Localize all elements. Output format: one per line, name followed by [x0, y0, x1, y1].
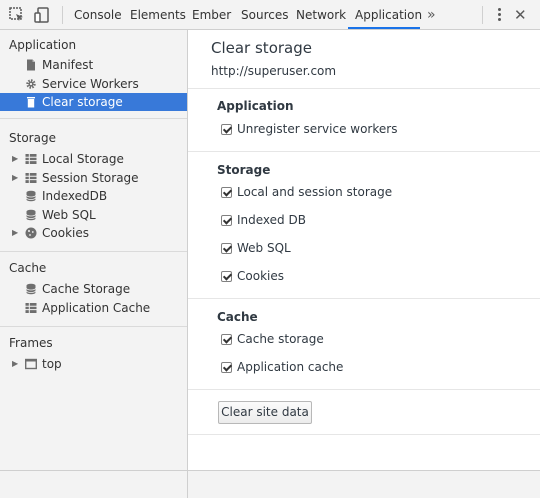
cookie-icon — [25, 227, 37, 239]
customize-menu-icon[interactable] — [494, 7, 504, 23]
sidebar-item-label: Web SQL — [42, 208, 96, 222]
sidebar-item-label: Manifest — [42, 58, 94, 72]
checkbox-checked[interactable] — [221, 271, 232, 282]
group-title-cache: Cache — [217, 310, 258, 324]
database-icon — [26, 190, 36, 202]
checkbox-checked[interactable] — [221, 334, 232, 345]
database-icon — [26, 283, 36, 295]
inspect-element-icon[interactable] — [8, 6, 26, 24]
sidebar-section-cache: Cache — [9, 261, 47, 275]
sidebar-item-label: Cache Storage — [42, 282, 131, 296]
gear-icon — [26, 79, 36, 89]
sidebar-item-label: Cookies — [42, 226, 89, 240]
sidebar-section-frames: Frames — [9, 336, 53, 350]
section-divider — [188, 389, 540, 390]
option-label: Cache storage — [237, 332, 324, 346]
checkbox-checked[interactable] — [221, 215, 232, 226]
sidebar-item-session-storage[interactable]: ▶ Session Storage — [0, 169, 187, 187]
expand-arrow-icon[interactable]: ▶ — [12, 355, 18, 373]
option-label: Local and session storage — [237, 185, 393, 199]
devtools-toolbar: Console Elements Ember Sources Network A… — [0, 0, 540, 30]
sidebar-item-label: IndexedDB — [42, 189, 108, 203]
drawer-bar — [0, 470, 540, 498]
checkbox-checked[interactable] — [221, 362, 232, 373]
section-divider — [188, 151, 540, 152]
sidebar-section-application: Application — [9, 38, 77, 52]
database-icon — [26, 209, 36, 221]
sidebar-item-label: Application Cache — [42, 301, 151, 315]
sidebar-item-manifest[interactable]: Manifest — [0, 56, 187, 74]
clear-storage-panel: Clear storage http://superuser.com Appli… — [188, 30, 540, 470]
sidebar-divider — [0, 251, 187, 252]
sidebar-item-application-cache[interactable]: Application Cache — [0, 299, 187, 317]
group-title-application: Application — [217, 99, 294, 113]
option-label: Indexed DB — [237, 213, 306, 227]
sidebar-item-label: Session Storage — [42, 171, 139, 185]
sidebar-item-label: Service Workers — [42, 77, 139, 91]
section-divider — [188, 298, 540, 299]
expand-arrow-icon[interactable]: ▶ — [12, 169, 18, 187]
tab-application[interactable]: Application — [355, 0, 422, 30]
sidebar-item-cookies[interactable]: ▶ Cookies — [0, 224, 187, 242]
sidebar-section-storage: Storage — [9, 131, 56, 145]
tab-sources[interactable]: Sources — [241, 0, 288, 30]
sidebar-divider — [0, 118, 187, 119]
sidebar-divider — [0, 326, 187, 327]
tab-console[interactable]: Console — [74, 0, 122, 30]
tab-ember[interactable]: Ember — [192, 0, 231, 30]
grid-icon — [25, 303, 37, 313]
sidebar-item-label: Local Storage — [42, 152, 124, 166]
trash-icon — [27, 97, 35, 108]
sidebar-item-label: top — [42, 357, 62, 371]
toolbar-divider — [62, 6, 63, 24]
expand-arrow-icon[interactable]: ▶ — [12, 150, 18, 168]
sidebar-item-label: Clear storage — [42, 95, 123, 109]
page-title: Clear storage — [211, 39, 312, 57]
sidebar-item-service-workers[interactable]: Service Workers — [0, 75, 187, 93]
device-toolbar-icon[interactable] — [33, 6, 51, 24]
document-icon — [27, 59, 35, 71]
section-divider — [188, 88, 540, 89]
toolbar-divider — [482, 6, 483, 24]
sidebar: Application Manifest Service Workers Cle… — [0, 30, 188, 470]
sidebar-item-local-storage[interactable]: ▶ Local Storage — [0, 150, 187, 168]
frame-icon — [25, 358, 37, 370]
clear-site-data-button[interactable]: Clear site data — [218, 401, 312, 424]
tab-network[interactable]: Network — [296, 0, 346, 30]
origin-url: http://superuser.com — [211, 64, 337, 78]
sidebar-item-web-sql[interactable]: Web SQL — [0, 206, 187, 224]
active-tab-indicator — [348, 27, 420, 29]
sidebar-item-cache-storage[interactable]: Cache Storage — [0, 280, 187, 298]
grid-icon — [25, 154, 37, 164]
tab-elements[interactable]: Elements — [130, 0, 186, 30]
checkbox-checked[interactable] — [221, 243, 232, 254]
more-tabs-icon[interactable]: » — [427, 0, 436, 30]
option-label: Cookies — [237, 269, 284, 283]
sidebar-item-indexeddb[interactable]: IndexedDB — [0, 187, 187, 205]
option-label: Application cache — [237, 360, 344, 374]
expand-arrow-icon[interactable]: ▶ — [12, 224, 18, 242]
sidebar-item-frame-top[interactable]: ▶ top — [0, 355, 187, 373]
sidebar-item-clear-storage[interactable]: Clear storage — [0, 93, 187, 111]
close-icon[interactable]: ✕ — [514, 0, 527, 30]
grid-icon — [25, 173, 37, 183]
drawer-divider — [187, 471, 188, 498]
section-divider — [188, 434, 540, 435]
group-title-storage: Storage — [217, 163, 271, 177]
option-label: Unregister service workers — [237, 122, 398, 136]
checkbox-checked[interactable] — [221, 124, 232, 135]
option-label: Web SQL — [237, 241, 291, 255]
checkbox-checked[interactable] — [221, 187, 232, 198]
